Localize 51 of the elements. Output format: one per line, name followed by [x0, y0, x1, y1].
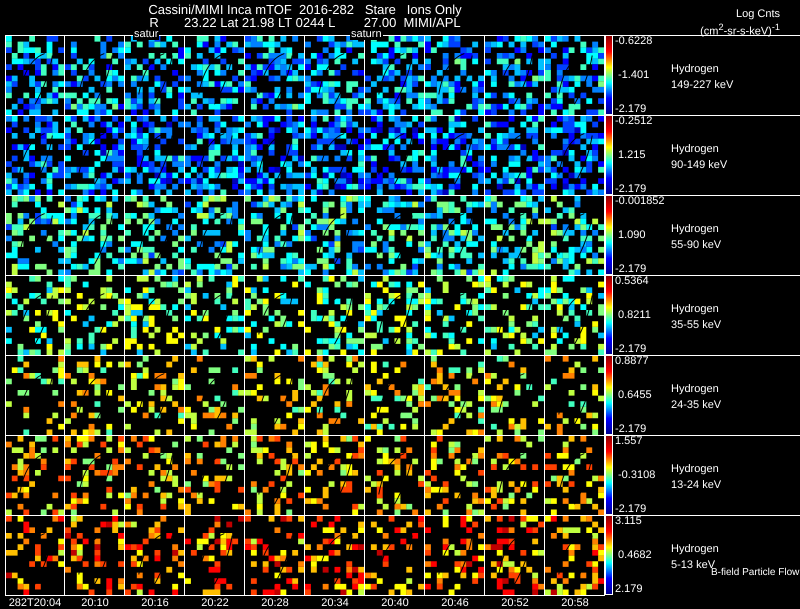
colorbar-min: -2.179 [615, 104, 648, 115]
legend-note: B-field Particle Flow [711, 567, 800, 580]
colorbar-min: -2.179 [615, 344, 648, 355]
energy-range: 55-90 keV [671, 238, 722, 253]
colorbar-mid: 1.215 [617, 150, 647, 161]
colorbar-min: -2.179 [615, 184, 648, 195]
species-label: Hydrogen [671, 302, 720, 317]
colorbar-max: -0.2512 [615, 116, 654, 127]
energy-range: 149-227 keV [671, 78, 734, 93]
colorbar-mid: 0.4682 [617, 550, 653, 561]
colorbar-max: 0.5364 [615, 276, 650, 287]
colorbar-mid: 0.8211 [617, 310, 652, 321]
time-label: 20:46 [440, 597, 470, 609]
species-label: Hydrogen [671, 462, 720, 477]
energy-range: 90-149 keV [671, 158, 728, 173]
time-label: 20:16 [140, 597, 170, 609]
colorbar-max: 3.115 [615, 516, 643, 527]
colorbar-max: -0.001852 [615, 196, 666, 207]
energy-range: 24-35 keV [671, 398, 722, 413]
plot-title: Cassini/MIMI Inca mTOF 2016-282 Stare Ions Only [148, 3, 462, 16]
colorbar-max: 0.8877 [615, 356, 650, 367]
time-label: 20:52 [500, 597, 530, 609]
colorbar-min: -2.179 [615, 504, 648, 515]
panel-label: saturn [350, 29, 383, 40]
time-label: 20:58 [560, 597, 590, 609]
colorbar-min: 2.179 [615, 584, 644, 595]
time-label: 282T20:04 [8, 597, 62, 609]
colorbar-title: Log Cnts [734, 8, 780, 21]
colorbar-max: 1.557 [615, 436, 644, 447]
species-label: Hydrogen [671, 142, 720, 157]
time-label: 20:10 [80, 597, 110, 609]
time-label: 20:40 [380, 597, 410, 609]
colorbar-mid: 0.6455 [617, 390, 653, 401]
orbit-info: R 23.22 Lat 21.98 LT 0244 L 27.00 MIMI/APL [149, 16, 461, 29]
panel-label: satur [133, 29, 160, 40]
species-label: Hydrogen [671, 542, 719, 557]
time-label: 20:34 [320, 597, 350, 609]
colorbar-max: -0.6228 [615, 36, 654, 47]
colorbar-min: -2.179 [615, 424, 648, 435]
colorbar-mid: -1.401 [617, 70, 650, 81]
energy-range: 13-24 keV [671, 478, 722, 493]
colorbar-min: -2.179 [615, 264, 648, 275]
species-label: Hydrogen [671, 62, 720, 77]
energy-range: 35-55 keV [671, 318, 722, 333]
colorbar-mid: 1.090 [617, 230, 647, 241]
colorbar-mid: -0.3108 [617, 470, 656, 481]
colorbar-units: (cm$^{2}$-sr-s-keV)$^{-1}$ [699, 21, 780, 39]
species-label: Hydrogen [671, 222, 720, 237]
time-label: 20:28 [260, 597, 290, 609]
species-label: Hydrogen [671, 382, 720, 397]
time-label: 20:22 [200, 597, 230, 609]
